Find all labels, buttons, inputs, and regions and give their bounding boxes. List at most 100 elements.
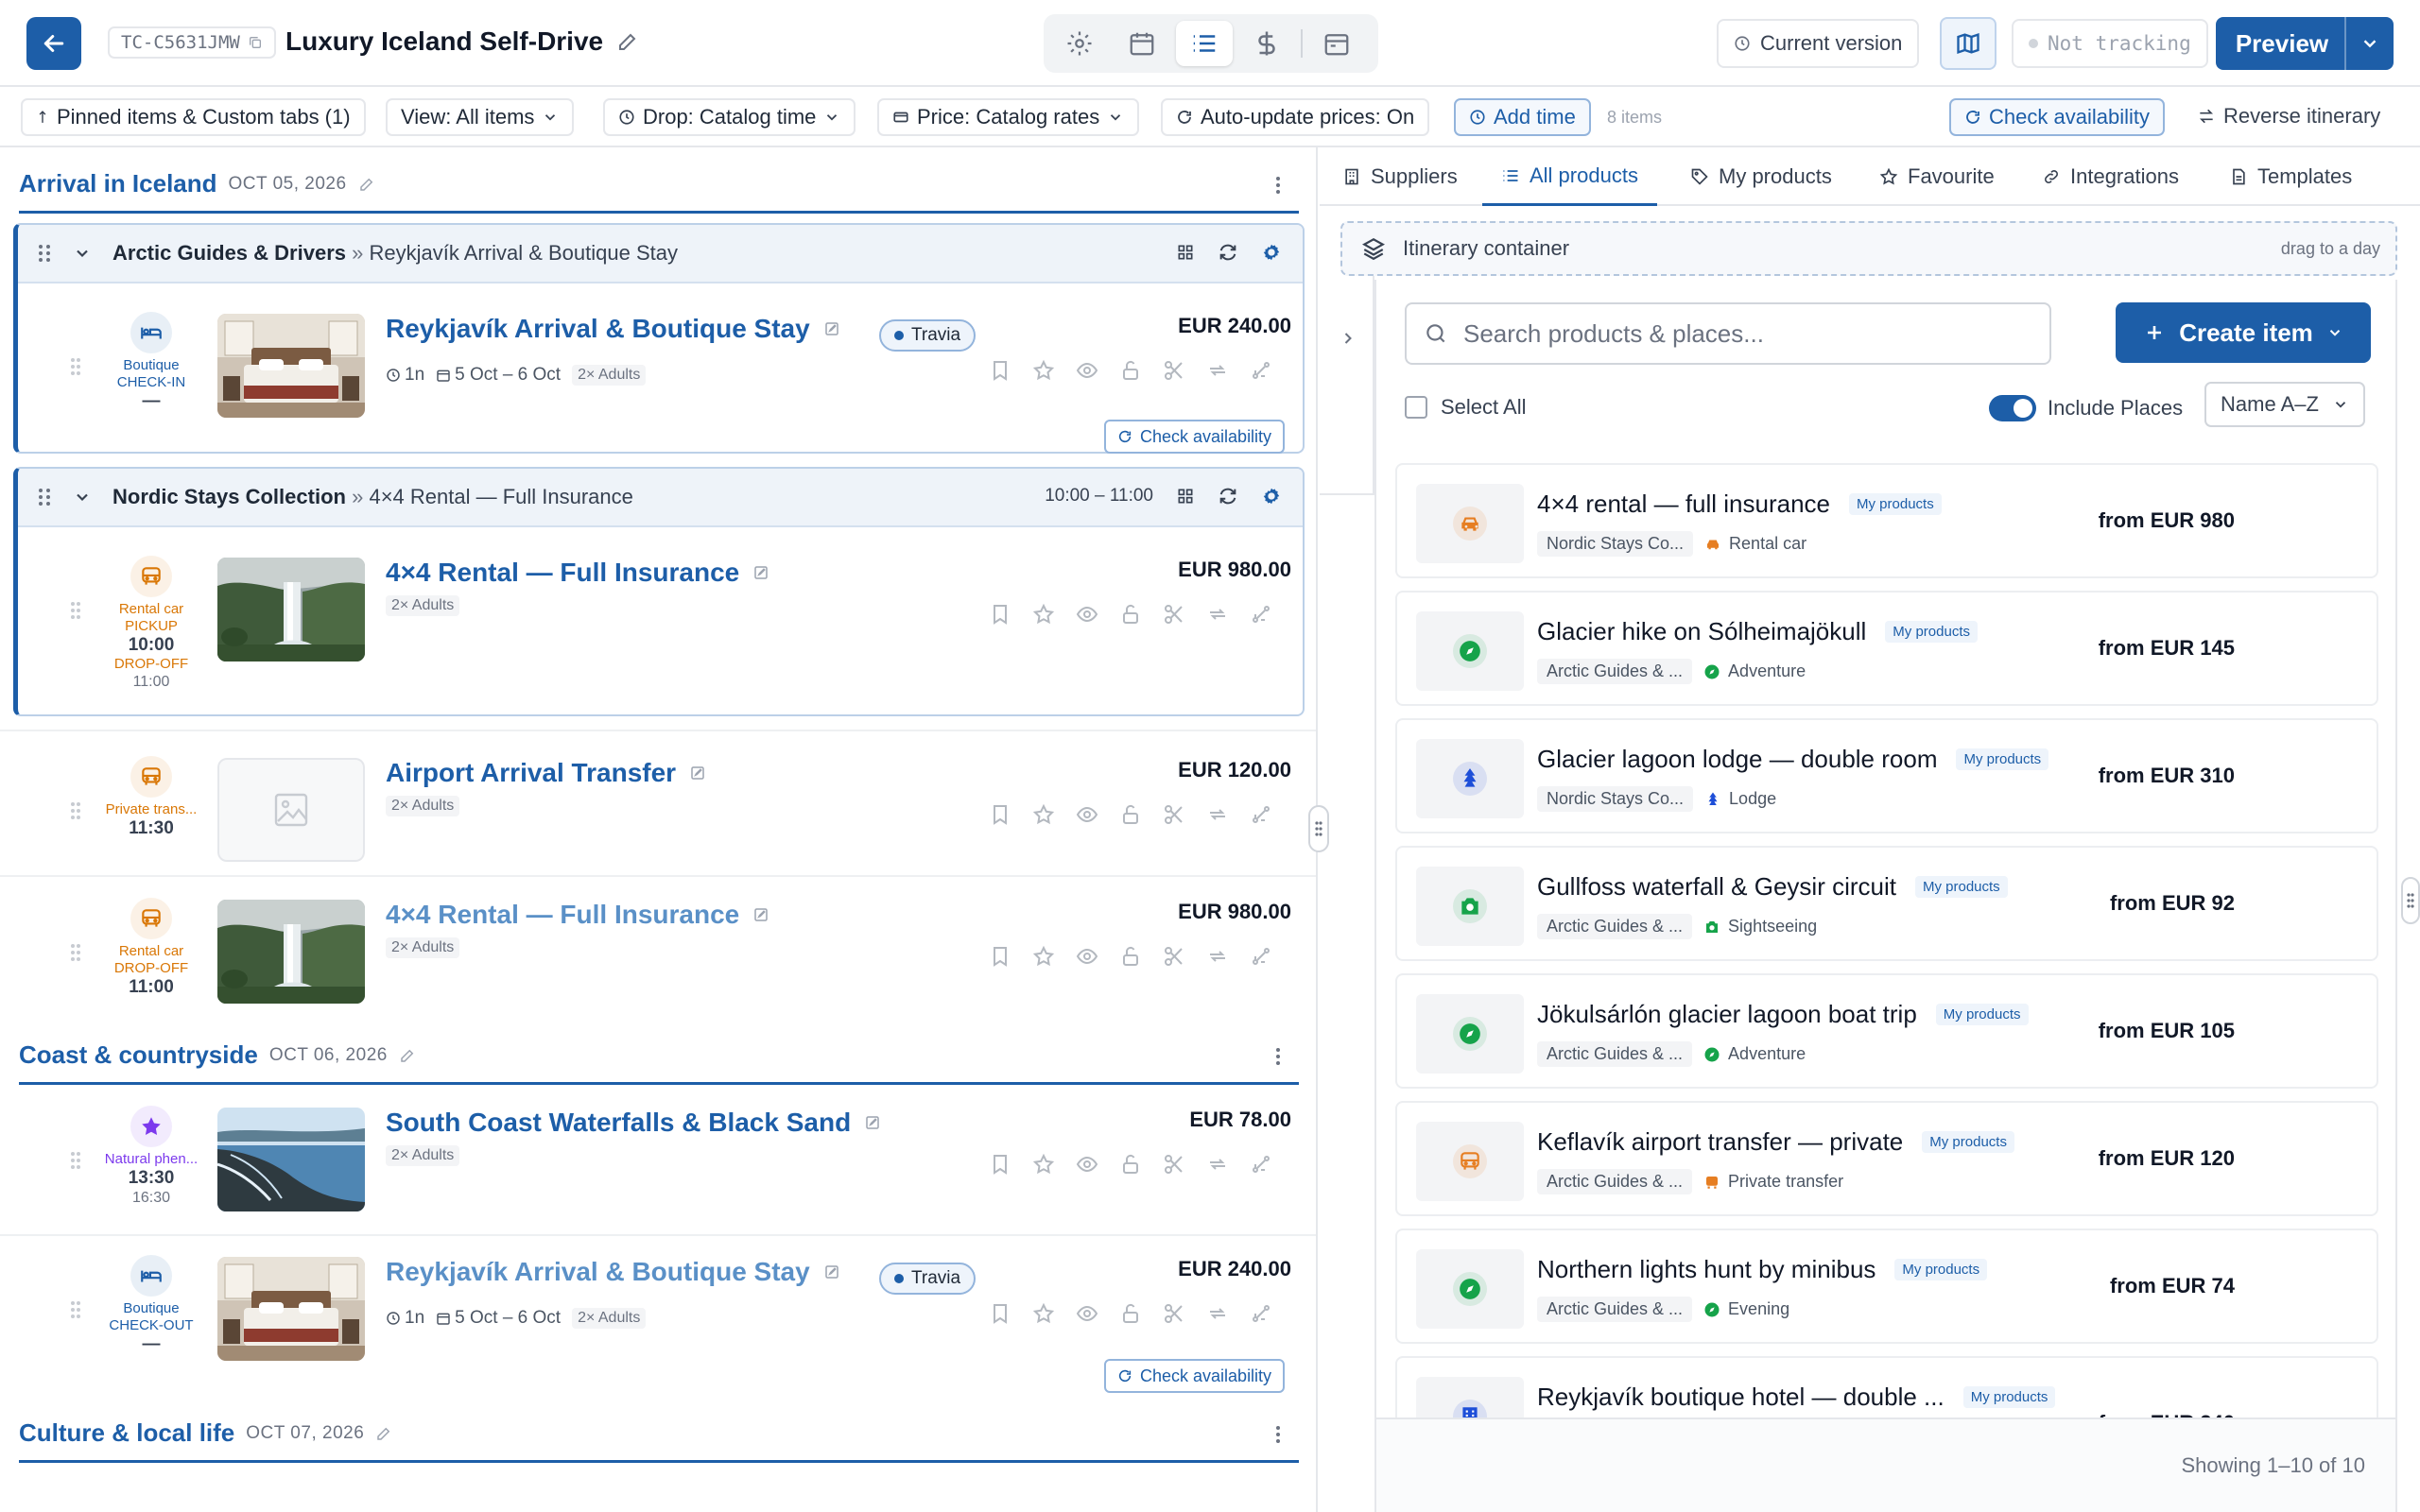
search-input[interactable] (1463, 318, 1993, 349)
bookmark-icon[interactable] (989, 359, 1011, 382)
toggle-switch[interactable] (1989, 395, 2036, 421)
drag-handle-icon[interactable] (37, 243, 52, 264)
eye-icon[interactable] (1076, 359, 1098, 382)
group-header[interactable]: Arctic Guides & Drivers » Reykjavík Arri… (18, 225, 1303, 284)
itinerary-item[interactable]: Rental car PICKUP 10:00 DROP-OFF 11:00 4×4 R… (19, 556, 1305, 690)
item-title[interactable]: Reykjavík Arrival & Boutique Stay (386, 1257, 810, 1287)
chevron-down-icon[interactable] (73, 488, 92, 507)
eye-icon[interactable] (1076, 603, 1098, 626)
edit-icon[interactable] (823, 320, 840, 337)
drag-handle-icon[interactable] (70, 943, 81, 962)
star-icon[interactable] (1032, 803, 1055, 826)
repeat-icon[interactable] (1206, 1153, 1229, 1176)
unlock-icon[interactable] (1119, 803, 1142, 826)
product-name[interactable]: Reykjavík boutique hotel — double ... (1537, 1383, 1945, 1412)
reverse-itinerary-button[interactable]: Reverse itinerary (2197, 104, 2380, 129)
chevron-right-icon[interactable] (1339, 329, 1357, 348)
product-name[interactable]: 4×4 rental — full insurance (1537, 490, 1830, 519)
product-name[interactable]: Jökulsárlón glacier lagoon boat trip (1537, 1000, 1917, 1029)
pricing-view-button[interactable] (1238, 21, 1295, 66)
unlock-icon[interactable] (1119, 1153, 1142, 1176)
pencil-icon[interactable] (616, 30, 639, 53)
drag-handle-icon[interactable] (70, 1151, 81, 1170)
scissors-icon[interactable] (1163, 803, 1185, 826)
item-thumbnail[interactable] (217, 558, 365, 662)
scissors-icon[interactable] (1163, 603, 1185, 626)
calendar-view-button[interactable] (1114, 21, 1170, 66)
split-icon[interactable] (1250, 1153, 1272, 1176)
check-availability-button[interactable]: Check availability (1104, 420, 1286, 454)
item-thumbnail[interactable] (217, 1257, 365, 1361)
product-card[interactable]: Glacier hike on Sólheimajökull My produc… (1395, 591, 2378, 706)
star-icon[interactable] (1032, 603, 1055, 626)
day-title[interactable]: Arrival in Iceland (19, 169, 217, 198)
drag-handle-icon[interactable] (70, 601, 81, 620)
split-icon[interactable] (1250, 359, 1272, 382)
repeat-icon[interactable] (1206, 945, 1229, 968)
gear-icon[interactable] (1261, 486, 1282, 507)
star-icon[interactable] (1032, 945, 1055, 968)
product-card[interactable]: Glacier lagoon lodge — double room My pr… (1395, 718, 2378, 833)
supplier-pill[interactable]: Travia (879, 1263, 977, 1295)
bookmark-icon[interactable] (989, 603, 1011, 626)
item-title-wrap[interactable]: South Coast Waterfalls & Black Sand (386, 1108, 881, 1138)
supplier-pill[interactable]: Travia (879, 319, 977, 352)
itinerary-item[interactable]: Rental car DROP-OFF 11:00 4×4 Rental — Ful… (19, 898, 1305, 1004)
scissors-icon[interactable] (1163, 1302, 1185, 1325)
split-icon[interactable] (1250, 945, 1272, 968)
map-button[interactable] (1940, 17, 1996, 70)
product-name[interactable]: Keflavík airport transfer — private (1537, 1127, 1903, 1157)
item-title-wrap[interactable]: Reykjavík Arrival & Boutique Stay (386, 1257, 840, 1287)
timeline-view-button[interactable] (1308, 21, 1365, 66)
product-name[interactable]: Northern lights hunt by minibus (1537, 1255, 1876, 1284)
create-item-button[interactable]: Create item (2116, 302, 2371, 363)
product-card[interactable]: Reykjavík boutique hotel — double ... My… (1395, 1356, 2378, 1418)
star-icon[interactable] (1032, 359, 1055, 382)
split-icon[interactable] (1250, 1302, 1272, 1325)
refresh-icon[interactable] (1218, 486, 1238, 507)
item-title[interactable]: 4×4 Rental — Full Insurance (386, 558, 739, 588)
item-thumbnail[interactable] (217, 900, 365, 1004)
repeat-icon[interactable] (1206, 603, 1229, 626)
edit-icon[interactable] (823, 1263, 840, 1280)
tab-integrations[interactable]: Integrations (2042, 147, 2179, 206)
day-title[interactable]: Culture & local life (19, 1418, 234, 1448)
day-title[interactable]: Coast & countryside (19, 1040, 258, 1070)
preview-button[interactable]: Preview (2216, 17, 2394, 70)
pinned-items-button[interactable]: Pinned items & Custom tabs (1) (21, 98, 366, 136)
item-title[interactable]: South Coast Waterfalls & Black Sand (386, 1108, 851, 1138)
product-name[interactable]: Gullfoss waterfall & Geysir circuit (1537, 872, 1896, 902)
eye-icon[interactable] (1076, 945, 1098, 968)
product-card[interactable]: Jökulsárlón glacier lagoon boat trip My … (1395, 973, 2378, 1089)
repeat-icon[interactable] (1206, 1302, 1229, 1325)
gear-icon[interactable] (1261, 242, 1282, 263)
more-vertical-icon[interactable] (1267, 174, 1289, 197)
itinerary-item[interactable]: Private trans... 11:30 Airport Arrival Tr… (19, 756, 1305, 862)
grid-icon[interactable] (1176, 487, 1195, 506)
eye-icon[interactable] (1076, 1153, 1098, 1176)
product-name[interactable]: Glacier hike on Sólheimajökull (1537, 617, 1866, 646)
item-title[interactable]: Airport Arrival Transfer (386, 758, 676, 788)
edit-icon[interactable] (689, 765, 706, 782)
scissors-icon[interactable] (1163, 359, 1185, 382)
star-icon[interactable] (1032, 1153, 1055, 1176)
item-title-wrap[interactable]: Airport Arrival Transfer (386, 758, 706, 788)
tracking-button[interactable]: Not tracking (2012, 19, 2208, 68)
itinerary-container-drop[interactable]: Itinerary container drag to a day (1340, 221, 2397, 276)
product-search[interactable] (1405, 302, 2051, 365)
item-thumbnail[interactable] (217, 314, 365, 418)
bookmark-icon[interactable] (989, 1302, 1011, 1325)
split-icon[interactable] (1250, 603, 1272, 626)
more-vertical-icon[interactable] (1267, 1045, 1289, 1068)
chevron-down-icon[interactable] (73, 244, 92, 263)
tab-my-products[interactable]: My products (1690, 147, 1832, 206)
tab-templates[interactable]: Templates (2229, 147, 2352, 206)
group-header[interactable]: Nordic Stays Collection » 4×4 Rental — F… (18, 469, 1303, 527)
item-title[interactable]: 4×4 Rental — Full Insurance (386, 900, 739, 930)
unlock-icon[interactable] (1119, 359, 1142, 382)
scissors-icon[interactable] (1163, 1153, 1185, 1176)
item-title-wrap[interactable]: Reykjavík Arrival & Boutique Stay (386, 314, 840, 344)
check-availability-button[interactable]: Check availability (1104, 1359, 1286, 1393)
pencil-icon[interactable] (399, 1047, 416, 1064)
preview-dropdown[interactable] (2344, 17, 2394, 70)
